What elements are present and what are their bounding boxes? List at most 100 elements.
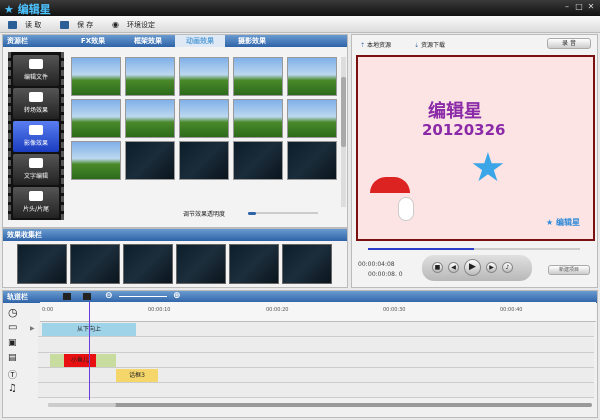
zoom-out-icon[interactable]: ⊖	[105, 292, 113, 301]
stop-button[interactable]: ■	[432, 262, 443, 273]
playhead[interactable]	[89, 302, 90, 400]
close-button[interactable]: ✕	[586, 2, 596, 12]
sidebar-label: 编辑文件	[23, 74, 48, 81]
opacity-slider[interactable]	[248, 212, 318, 215]
sidebar-item-text[interactable]: 文字编辑	[13, 154, 59, 185]
collected-effect[interactable]	[282, 244, 332, 284]
scroll-thumb[interactable]	[341, 77, 346, 147]
ruler-label: 00:00:10	[148, 307, 171, 313]
play-button[interactable]: ▶	[464, 259, 481, 276]
save-label: 保 存	[77, 20, 94, 29]
tab-frame[interactable]: 框架效果	[123, 35, 173, 47]
effect-thumb[interactable]	[179, 141, 229, 180]
sidebar-item-image-effect[interactable]: 影像效果	[13, 121, 59, 152]
effect-thumb[interactable]	[71, 57, 121, 96]
total-time: 00:00:08. 0	[368, 271, 403, 278]
video-track-icon: ▭	[8, 322, 18, 333]
effect-thumb[interactable]	[287, 57, 337, 96]
save-icon	[60, 20, 69, 29]
effect-thumb[interactable]	[233, 57, 283, 96]
effect-thumb[interactable]	[179, 57, 229, 96]
opacity-handle[interactable]	[248, 212, 256, 215]
timeline-clip[interactable]: 话框3	[116, 369, 158, 382]
new-project-button[interactable]: 新建项目	[548, 265, 590, 275]
collect-panel: 效果收集栏	[2, 228, 348, 288]
timeline-scrollbar[interactable]	[48, 403, 592, 407]
effect-thumb[interactable]	[179, 99, 229, 138]
watermark-text: 编辑星	[555, 218, 580, 227]
ruler-label: 0:00	[42, 307, 54, 313]
minimize-button[interactable]: –	[562, 2, 572, 12]
effect-thumb[interactable]	[71, 141, 121, 180]
open-button[interactable]: 读 取	[8, 19, 41, 30]
zoom-slider[interactable]	[119, 296, 167, 297]
tab-animation[interactable]: 动画效果	[175, 35, 225, 47]
tab-fx[interactable]: FX效果	[68, 35, 118, 47]
save-button[interactable]: 保 存	[60, 19, 93, 30]
effect-thumb[interactable]	[71, 99, 121, 138]
effect-track: 小鱼儿	[38, 353, 594, 368]
collected-effect[interactable]	[17, 244, 67, 284]
maximize-button[interactable]: □	[574, 2, 584, 12]
seek-progress	[368, 248, 474, 250]
seek-bar[interactable]	[368, 248, 580, 250]
sidebar-item-intro-outro[interactable]: 片头/片尾	[13, 187, 59, 218]
local-icon: ⇡	[360, 42, 366, 49]
settings-icon: ◉	[112, 20, 119, 29]
resource-header: 资源栏 FX效果 框架效果 动画效果 摄影效果	[3, 35, 347, 47]
sidebar-label: 影像效果	[23, 140, 48, 147]
app-logo: ★ 编辑星	[4, 3, 51, 16]
watermark-logo: ★ 编辑星	[546, 218, 580, 227]
music-track	[38, 383, 594, 398]
sidebar-item-transition[interactable]: 转场效果	[13, 88, 59, 119]
download-icon: ⇣	[414, 42, 420, 49]
collected-effect[interactable]	[229, 244, 279, 284]
timeline-clip[interactable]: 小鱼儿	[64, 354, 96, 367]
sidebar-item-edit-file[interactable]: 编辑文件	[13, 55, 59, 86]
open-label: 读 取	[25, 20, 42, 29]
collected-effect[interactable]	[70, 244, 120, 284]
preview-title: 编辑星	[428, 101, 482, 122]
effect-thumb[interactable]	[125, 141, 175, 180]
tab-photo[interactable]: 摄影效果	[227, 35, 277, 47]
download-button[interactable]: ⇣ 资源下载	[414, 40, 445, 49]
effect-thumb[interactable]	[125, 99, 175, 138]
star-mascot-icon: ★	[470, 145, 506, 191]
ruler-label: 00:00:30	[383, 307, 406, 313]
local-resource-button[interactable]: ⇡ 本地资源	[360, 40, 391, 49]
text-track-icon: Ⓣ	[8, 371, 18, 381]
sidebar: 编辑文件 转场效果 影像效果 文字编辑 片头/片尾	[8, 52, 64, 220]
resource-panel: 资源栏 FX效果 框架效果 动画效果 摄影效果 编辑文件 转场效果 影像效果 文…	[2, 34, 348, 228]
transition-track-icon: ▣	[8, 338, 17, 348]
prev-frame-button[interactable]: ◀	[448, 262, 459, 273]
resource-title: 资源栏	[7, 37, 28, 45]
film-icon	[29, 59, 43, 69]
record-button[interactable]: 录 音	[547, 38, 591, 49]
effect-thumb[interactable]	[233, 141, 283, 180]
ruler-label: 00:00:20	[266, 307, 289, 313]
collect-title: 效果收集栏	[3, 229, 347, 241]
scroll-thumb[interactable]	[48, 403, 116, 407]
save-icon[interactable]	[83, 293, 91, 300]
clock-icon: ◷	[8, 306, 18, 319]
preview-date: 20120326	[422, 121, 506, 139]
next-frame-button[interactable]: ▶	[486, 262, 497, 273]
video-track: 从下向上	[38, 322, 594, 337]
sidebar-label: 文字编辑	[23, 173, 48, 180]
effect-grid	[71, 57, 337, 180]
effect-thumb[interactable]	[287, 141, 337, 180]
music-track-icon: ♫	[8, 383, 17, 394]
settings-button[interactable]: ◉ 环境设定	[112, 19, 155, 30]
effect-track-icon: ▤	[8, 353, 17, 363]
zoom-in-icon[interactable]: ⊕	[173, 292, 181, 301]
effect-thumb[interactable]	[125, 57, 175, 96]
effect-thumb[interactable]	[233, 99, 283, 138]
effect-thumb[interactable]	[287, 99, 337, 138]
text-track: 话框3	[38, 368, 594, 383]
open-folder-icon[interactable]	[63, 293, 71, 300]
collected-effect[interactable]	[123, 244, 173, 284]
expand-icon[interactable]: ▶	[30, 325, 35, 332]
volume-button[interactable]: ♪	[502, 262, 513, 273]
grid-scrollbar[interactable]	[341, 57, 346, 207]
collected-effect[interactable]	[176, 244, 226, 284]
